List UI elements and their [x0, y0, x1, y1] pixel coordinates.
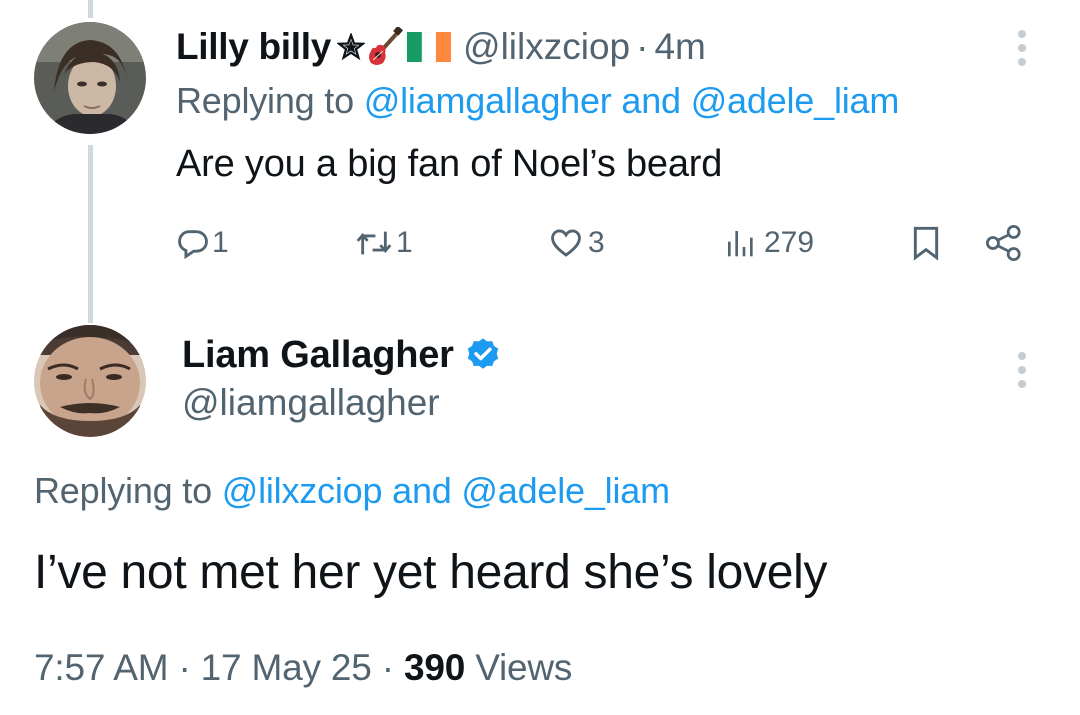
replying-and: and	[621, 80, 681, 121]
verified-badge-icon[interactable]	[464, 336, 502, 374]
separator-dot: ·	[636, 26, 649, 67]
thread-connector-top	[88, 0, 93, 18]
heart-icon	[551, 229, 581, 257]
ireland-flag-icon	[407, 32, 452, 62]
thread-connector	[88, 145, 93, 323]
handle[interactable]: @lilxzciop	[463, 26, 630, 68]
replying-to-user-link[interactable]: @adele_liam	[461, 470, 670, 511]
replying-to-user-link[interactable]: @adele_liam	[691, 80, 900, 121]
reply-icon	[178, 230, 208, 260]
views-count[interactable]: 390	[404, 647, 465, 688]
action-bar: 1 1 3 279	[176, 218, 1036, 268]
like-count: 3	[588, 226, 605, 259]
guitar-icon	[369, 27, 404, 65]
repost-count: 1	[396, 226, 413, 259]
replying-to: Replying to @lilxzciop and @adele_liam	[34, 470, 670, 512]
tweet-text: Are you a big fan of Noel’s beard	[176, 143, 723, 185]
replying-to: Replying to @liamgallagher and @adele_li…	[176, 80, 899, 122]
tweet-text: I’ve not met her yet heard she’s lovely	[34, 546, 828, 599]
reply-count: 1	[212, 226, 229, 259]
name-emojis	[337, 27, 452, 67]
separator-dot: ·	[178, 647, 191, 688]
share-icon	[986, 225, 1021, 261]
replying-to-user-link[interactable]: @lilxzciop	[222, 470, 383, 511]
view-count: 279	[764, 226, 815, 259]
bookmark-button[interactable]	[910, 218, 942, 268]
repost-button[interactable]: 1	[354, 218, 413, 268]
star-icon	[337, 33, 366, 61]
more-options-icon[interactable]	[1018, 30, 1028, 72]
tweet-date[interactable]: 17 May 25	[201, 647, 372, 688]
handle[interactable]: @liamgallagher	[182, 382, 440, 424]
timestamp[interactable]: 4m	[654, 26, 705, 68]
replying-and: and	[392, 470, 452, 511]
like-button[interactable]: 3	[548, 218, 605, 268]
repost-icon	[356, 231, 392, 255]
bookmark-icon	[913, 226, 939, 261]
tweet-meta: 7:57 AM · 17 May 25 · 390 Views	[34, 647, 572, 689]
views-button[interactable]: 279	[724, 218, 814, 268]
tweet-time[interactable]: 7:57 AM	[34, 647, 169, 688]
separator-dot: ·	[381, 647, 394, 688]
avatar-lilly-billy[interactable]	[34, 22, 146, 134]
avatar-liam-gallagher[interactable]	[34, 325, 146, 437]
author-name-row: Liam Gallagher	[182, 330, 502, 380]
replying-to-user-link[interactable]: @liamgallagher	[364, 80, 612, 121]
parent-tweet-header: Lilly billy @lilxzciop · 4m	[176, 22, 706, 72]
views-label[interactable]: Views	[475, 647, 572, 688]
replying-to-label: Replying to	[34, 470, 212, 511]
share-button[interactable]	[984, 218, 1024, 268]
more-options-icon[interactable]	[1018, 352, 1028, 394]
reply-button[interactable]: 1	[176, 218, 229, 268]
replying-to-label: Replying to	[176, 80, 354, 121]
display-name[interactable]: Lilly billy	[176, 26, 331, 68]
views-chart-icon	[728, 231, 753, 257]
display-name[interactable]: Liam Gallagher	[182, 334, 454, 377]
